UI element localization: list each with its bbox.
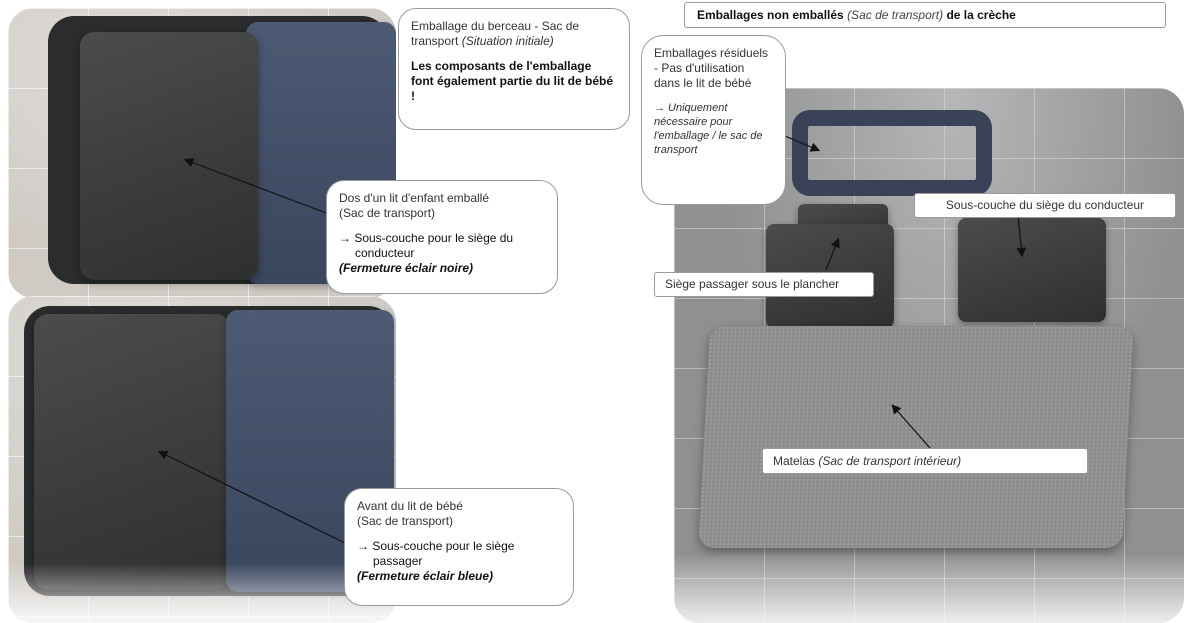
dark-pad-front bbox=[34, 314, 230, 590]
dark-pad-cover bbox=[80, 32, 258, 280]
callout-crib-packaging: Emballage du berceau - Sac de transport … bbox=[398, 8, 630, 130]
photo-bottom-left bbox=[8, 296, 396, 623]
front-arrow-text-2: passager bbox=[373, 554, 423, 568]
back-arrow-text: → Sous-couche pour le siège du bbox=[339, 231, 514, 245]
front-title: Avant du lit de bébé bbox=[357, 499, 463, 513]
header-unpacked-packaging: Emballages non emballés (Sac de transpor… bbox=[684, 2, 1166, 28]
header-bold-end: de la crèche bbox=[946, 8, 1016, 22]
mattress bbox=[698, 326, 1134, 548]
residual-note: → Uniquement nécessaire pour l'emballage… bbox=[654, 102, 763, 156]
header-italic: (Sac de transport) bbox=[847, 8, 944, 22]
front-subtitle: (Sac de transport) bbox=[357, 514, 454, 528]
label-passenger-seat: Siège passager sous le plancher bbox=[654, 272, 874, 297]
back-subtitle: (Sac de transport) bbox=[339, 206, 436, 220]
back-arrow-text-2: conducteur bbox=[355, 246, 415, 260]
front-arrow-text: → Sous-couche pour le siège bbox=[357, 539, 515, 553]
callout-back-of-bed: Dos d'un lit d'enfant emballé (Sac de tr… bbox=[326, 180, 558, 294]
back-title: Dos d'un lit d'enfant emballé bbox=[339, 191, 490, 205]
callout-front-of-bed: Avant du lit de bébé (Sac de transport) … bbox=[344, 488, 574, 606]
crib-packaging-note: Les composants de l'emballage font égale… bbox=[411, 59, 614, 103]
residual-title: Emballages résiduels - Pas d'utilisation… bbox=[654, 46, 769, 90]
residual-bag bbox=[792, 110, 992, 196]
crib-packaging-italic: (Situation initiale) bbox=[461, 34, 554, 48]
callout-residual: Emballages résiduels - Pas d'utilisation… bbox=[641, 35, 786, 205]
label-driver-underlay: Sous-couche du siège du conducteur bbox=[914, 193, 1176, 218]
header-bold: Emballages non emballés bbox=[697, 8, 844, 22]
label-mattress: Matelas (Sac de transport intérieur) bbox=[762, 448, 1088, 474]
mattress-label: Matelas bbox=[773, 454, 816, 468]
driver-seat-underlay bbox=[958, 218, 1106, 322]
back-zipper: (Fermeture éclair noire) bbox=[339, 261, 474, 275]
mattress-italic: (Sac de transport intérieur) bbox=[818, 454, 962, 468]
front-zipper: (Fermeture éclair bleue) bbox=[357, 569, 494, 583]
